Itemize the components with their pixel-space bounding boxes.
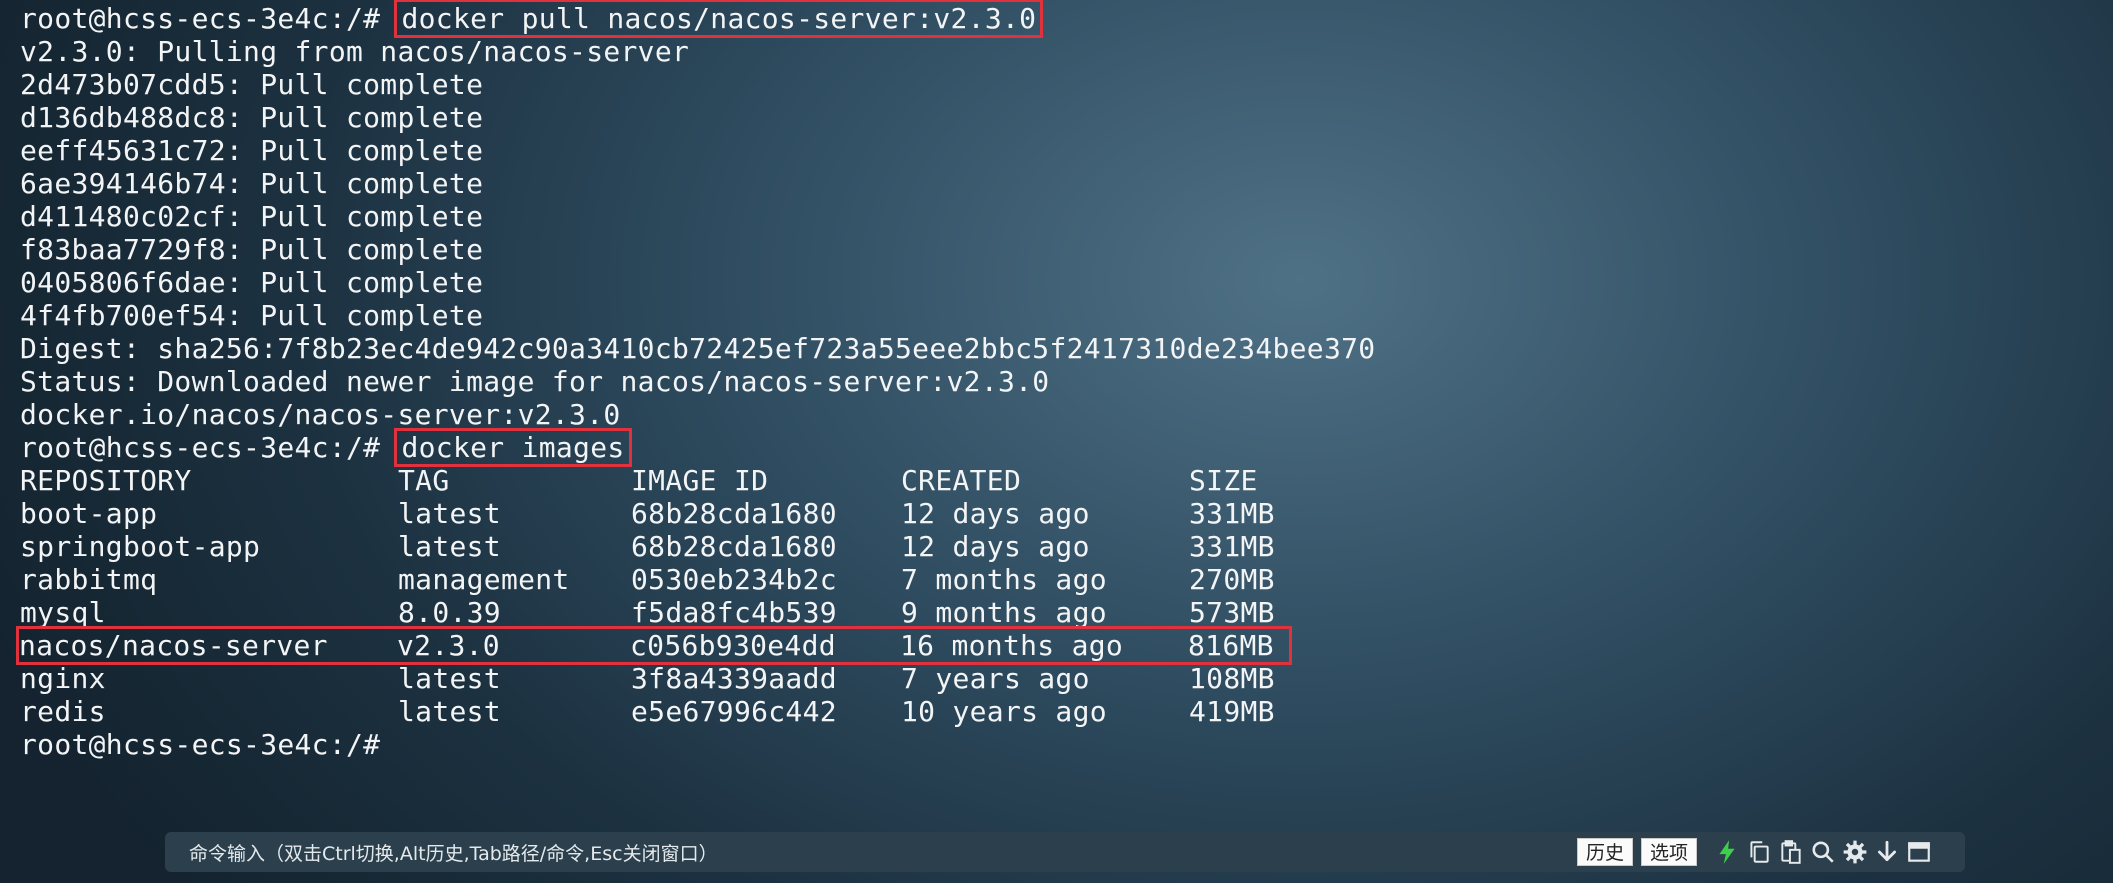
cell-image-id: 68b28cda1680 xyxy=(631,530,837,563)
cell-repository: nacos/nacos-server xyxy=(19,629,328,662)
images-command-line: root@hcss-ecs-3e4c:/# docker images xyxy=(20,428,2113,467)
cell-image-id: 0530eb234b2c xyxy=(631,563,837,596)
gear-icon[interactable] xyxy=(1840,837,1870,867)
copy-icon[interactable] xyxy=(1744,837,1774,867)
column-header-size: SIZE xyxy=(1189,464,1258,497)
cell-created: 7 months ago xyxy=(901,563,1107,596)
column-header-tag: TAG xyxy=(398,464,450,497)
cell-image-id: e5e67996c442 xyxy=(631,695,837,728)
command-input-hint[interactable]: 命令输入（双击Ctrl切换,Alt历史,Tab路径/命令,Esc关闭窗口） xyxy=(189,839,1577,866)
cell-size: 331MB xyxy=(1189,530,1275,563)
toolbar-icons xyxy=(1711,837,1935,867)
digest-line: Digest: sha256:7f8b23ec4de942c90a3410cb7… xyxy=(20,332,1376,365)
output-line: d411480c02cf: Pull complete xyxy=(20,200,484,233)
history-button[interactable]: 历史 xyxy=(1576,838,1633,866)
lightning-icon[interactable] xyxy=(1712,837,1742,867)
shell-prompt: root@hcss-ecs-3e4c:/# xyxy=(20,2,398,35)
cell-created: 16 months ago xyxy=(900,629,1124,662)
terminal-output: root@hcss-ecs-3e4c:/# docker pull nacos/… xyxy=(16,0,2113,761)
search-icon[interactable] xyxy=(1808,837,1838,867)
cell-size: 573MB xyxy=(1189,596,1275,629)
cell-tag: management xyxy=(398,563,570,596)
output-line: eeff45631c72: Pull complete xyxy=(20,134,484,167)
download-icon[interactable] xyxy=(1872,837,1902,867)
column-header-repository: REPOSITORY xyxy=(20,464,192,497)
cell-tag: latest xyxy=(398,662,501,695)
output-line: d136db488dc8: Pull complete xyxy=(20,101,484,134)
cell-tag: latest xyxy=(398,695,501,728)
status-line: Status: Downloaded newer image for nacos… xyxy=(20,365,1050,398)
cell-image-id: 3f8a4339aadd xyxy=(631,662,837,695)
output-line: 2d473b07cdd5: Pull complete xyxy=(20,68,484,101)
cell-size: 816MB xyxy=(1188,629,1274,662)
cell-tag: latest xyxy=(398,530,501,563)
cell-size: 108MB xyxy=(1189,662,1275,695)
cell-repository: rabbitmq xyxy=(20,563,158,596)
window-icon[interactable] xyxy=(1904,837,1934,867)
cell-created: 12 days ago xyxy=(901,530,1090,563)
cell-created: 12 days ago xyxy=(901,497,1090,530)
column-header-created: CREATED xyxy=(901,464,1022,497)
images-table: REPOSITORY TAG IMAGE ID CREATED SIZE boo… xyxy=(16,464,2113,728)
cell-created: 10 years ago xyxy=(901,695,1107,728)
final-prompt[interactable]: root@hcss-ecs-3e4c:/# xyxy=(20,728,2113,761)
cell-created: 7 years ago xyxy=(901,662,1090,695)
output-line: f83baa7729f8: Pull complete xyxy=(20,233,484,266)
cell-repository: nginx xyxy=(20,662,106,695)
table-row: redis latest e5e67996c442 10 years ago 4… xyxy=(20,695,2113,728)
cell-repository: boot-app xyxy=(20,497,158,530)
output-line: 0405806f6dae: Pull complete xyxy=(20,266,484,299)
cell-repository: springboot-app xyxy=(20,530,261,563)
output-line: 6ae394146b74: Pull complete xyxy=(20,167,484,200)
cell-size: 331MB xyxy=(1189,497,1275,530)
paste-icon[interactable] xyxy=(1776,837,1806,867)
table-row: springboot-app latest 68b28cda1680 12 da… xyxy=(20,530,2113,563)
cell-created: 9 months ago xyxy=(901,596,1107,629)
output-line: 4f4fb700ef54: Pull complete xyxy=(20,299,484,332)
cell-tag: v2.3.0 xyxy=(397,629,500,662)
cell-tag: 8.0.39 xyxy=(398,596,501,629)
table-row: boot-app latest 68b28cda1680 12 days ago… xyxy=(20,497,2113,530)
images-command-highlight: docker images xyxy=(394,428,632,467)
image-ref-line: docker.io/nacos/nacos-server:v2.3.0 xyxy=(20,398,621,431)
cell-image-id: 68b28cda1680 xyxy=(631,497,837,530)
output-line: v2.3.0: Pulling from nacos/nacos-server xyxy=(20,35,690,68)
options-button[interactable]: 选项 xyxy=(1640,838,1697,866)
cell-repository: mysql xyxy=(20,596,106,629)
column-header-image-id: IMAGE ID xyxy=(631,464,769,497)
table-row: rabbitmq management 0530eb234b2c 7 month… xyxy=(20,563,2113,596)
cell-size: 270MB xyxy=(1189,563,1275,596)
command-input-bar[interactable]: 命令输入（双击Ctrl切换,Alt历史,Tab路径/命令,Esc关闭窗口） 历史… xyxy=(165,832,1965,872)
table-row: mysql 8.0.39 f5da8fc4b539 9 months ago 5… xyxy=(20,596,2113,629)
cell-size: 419MB xyxy=(1189,695,1275,728)
pull-command-line: root@hcss-ecs-3e4c:/# docker pull nacos/… xyxy=(20,0,2113,38)
pull-command-highlight: docker pull nacos/nacos-server:v2.3.0 xyxy=(394,0,1044,38)
pull-output: v2.3.0: Pulling from nacos/nacos-server … xyxy=(20,35,2113,431)
table-row: nginx latest 3f8a4339aadd 7 years ago 10… xyxy=(20,662,2113,695)
table-row-highlighted-nacos: nacos/nacos-server v2.3.0 c056b930e4dd 1… xyxy=(16,626,1292,665)
shell-prompt: root@hcss-ecs-3e4c:/# xyxy=(20,431,398,464)
cell-image-id: f5da8fc4b539 xyxy=(631,596,837,629)
cell-image-id: c056b930e4dd xyxy=(630,629,836,662)
table-header: REPOSITORY TAG IMAGE ID CREATED SIZE xyxy=(20,464,2113,497)
cell-repository: redis xyxy=(20,695,106,728)
cell-tag: latest xyxy=(398,497,501,530)
